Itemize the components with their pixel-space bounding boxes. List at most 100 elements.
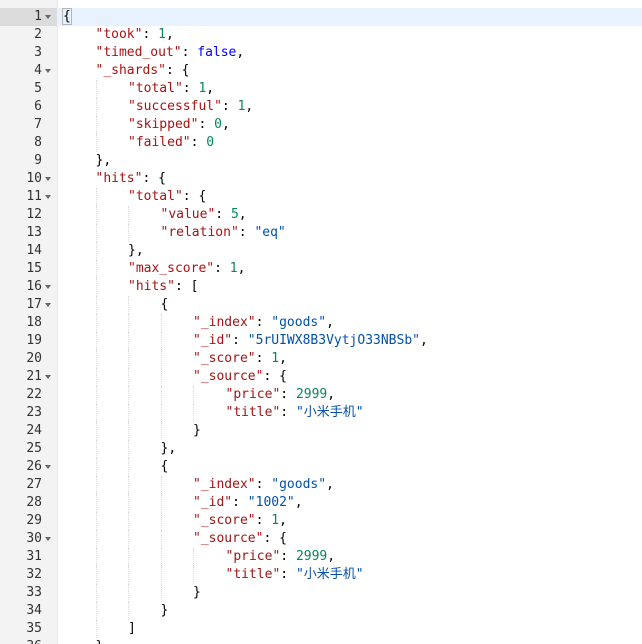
code-lines[interactable]: 1{2 "took": 1, 3 "timed_out": false, 4 "_shar… — [0, 8, 642, 644]
json-punctuation: , — [327, 387, 336, 402]
indent-guide — [128, 350, 161, 368]
code-line[interactable]: 19 "_id": "5rUIWX8B3VytjO33NBSb", — [0, 332, 642, 350]
code-line[interactable]: 10 "hits": { — [0, 170, 642, 188]
indent-guide — [63, 242, 96, 260]
json-punctuation: } — [193, 585, 201, 600]
json-key: "total" — [128, 81, 183, 96]
code-line[interactable]: 4 "_shards": { — [0, 62, 642, 80]
code-line[interactable]: 18 "_index": "goods", — [0, 314, 642, 332]
code-line[interactable]: 3 "timed_out": false, — [0, 44, 642, 62]
code-line[interactable]: 6 "successful": 1, — [0, 98, 642, 116]
line-number: 3 — [34, 45, 42, 60]
code-line[interactable]: 9}, — [0, 152, 642, 170]
line-number: 7 — [34, 117, 42, 132]
code-line[interactable]: 31 "price": 2999, — [0, 548, 642, 566]
gutter-cell: 5 — [0, 80, 57, 98]
json-key: "_id" — [193, 333, 233, 348]
json-key: "_score" — [193, 351, 256, 366]
line-number: 36 — [26, 638, 42, 644]
fold-toggle-icon[interactable] — [45, 465, 51, 469]
indent-guide — [63, 260, 96, 278]
fold-toggle-icon[interactable] — [45, 69, 51, 73]
code-line[interactable]: 23 "title": "小米手机" — [0, 404, 642, 422]
gutter-cell: 23 — [0, 404, 57, 422]
code-line[interactable]: 2 "took": 1, — [0, 26, 642, 44]
code-line[interactable]: 7 "skipped": 0, — [0, 116, 642, 134]
fold-toggle-icon[interactable] — [45, 285, 51, 289]
code-line[interactable]: 22 "price": 2999, — [0, 386, 642, 404]
code-line[interactable]: 28 "_id": "1002", — [0, 494, 642, 512]
json-punctuation: , — [419, 333, 428, 348]
json-string-value: "1002" — [247, 495, 295, 510]
code-line[interactable]: 20 "_score": 1, — [0, 350, 642, 368]
fold-toggle-icon[interactable] — [45, 537, 51, 541]
json-punctuation: : — [255, 477, 272, 492]
code-text: "value": 5, — [63, 206, 247, 224]
indent-guide — [128, 476, 161, 494]
code-line[interactable]: 33} — [0, 584, 642, 602]
code-line[interactable]: 27 "_index": "goods", — [0, 476, 642, 494]
fold-toggle-icon[interactable] — [45, 15, 51, 19]
code-line[interactable]: 14}, — [0, 242, 642, 260]
indent-guide — [160, 512, 194, 530]
indent-guide — [63, 80, 96, 98]
json-viewer[interactable]: 1{2 "took": 1, 3 "timed_out": false, 4 "_shar… — [0, 0, 642, 644]
indent-guide — [63, 476, 96, 494]
code-line[interactable]: 11 "total": { — [0, 188, 642, 206]
code-line[interactable]: 35] — [0, 620, 642, 638]
json-punctuation: : — [280, 567, 296, 582]
fold-toggle-icon[interactable] — [45, 195, 51, 199]
code-line[interactable]: 8 "failed": 0 — [0, 134, 642, 152]
code-line[interactable]: 24} — [0, 422, 642, 440]
indent-guide — [63, 602, 96, 620]
code-text: "skipped": 0, — [63, 116, 230, 134]
fold-toggle-icon[interactable] — [45, 177, 51, 181]
json-string-value: "goods" — [271, 477, 327, 492]
json-punctuation: , — [237, 261, 246, 276]
code-line[interactable]: 16 "hits": [ — [0, 278, 642, 296]
line-number: 8 — [34, 135, 42, 150]
code-line[interactable]: 17 { — [0, 296, 642, 314]
code-line[interactable]: 1{ — [0, 8, 642, 26]
fold-toggle-icon[interactable] — [45, 375, 51, 379]
code-line[interactable]: 30 "_source": { — [0, 530, 642, 548]
indent-guide — [160, 350, 194, 368]
line-number: 25 — [26, 441, 42, 456]
gutter-cell: 27 — [0, 476, 57, 494]
code-line[interactable]: 12 "value": 5, — [0, 206, 642, 224]
code-line[interactable]: 34} — [0, 602, 642, 620]
indent-guide — [160, 386, 194, 404]
code-line[interactable]: 32 "title": "小米手机" — [0, 566, 642, 584]
code-line[interactable]: 5 "total": 1, — [0, 80, 642, 98]
code-line[interactable]: 13 "relation": "eq" — [0, 224, 642, 242]
code-line[interactable]: 21 "_source": { — [0, 368, 642, 386]
code-line[interactable]: 26 { — [0, 458, 642, 476]
json-punctuation: : — [255, 351, 272, 366]
code-line[interactable]: 15 "max_score": 1, — [0, 260, 642, 278]
indent-guide — [95, 296, 129, 314]
indent-guide — [95, 188, 129, 206]
code-text: "_score": 1, — [63, 350, 287, 368]
indent-guide — [63, 26, 96, 44]
fold-toggle-icon[interactable] — [45, 303, 51, 307]
code-line[interactable]: 36} — [0, 638, 642, 644]
indent-guide — [193, 404, 226, 422]
json-number-value: 1 — [271, 513, 280, 528]
code-text: "failed": 0 — [63, 134, 214, 152]
json-punctuation: { — [62, 8, 72, 25]
gutter-cell: 26 — [0, 458, 57, 476]
line-number: 24 — [26, 423, 42, 438]
json-key: "_index" — [193, 477, 256, 492]
code-text: "price": 2999, — [63, 386, 335, 404]
json-number-value: 1 — [158, 27, 166, 42]
indent-guide — [160, 422, 194, 440]
indent-guide — [193, 548, 226, 566]
indent-guide — [95, 494, 129, 512]
line-number: 31 — [26, 549, 42, 564]
indent-guide — [95, 332, 129, 350]
indent-guide — [128, 440, 161, 458]
code-line[interactable]: 25}, — [0, 440, 642, 458]
gutter-cell: 2 — [0, 26, 57, 44]
code-line[interactable]: 29 "_score": 1, — [0, 512, 642, 530]
indent-guide — [128, 530, 161, 548]
